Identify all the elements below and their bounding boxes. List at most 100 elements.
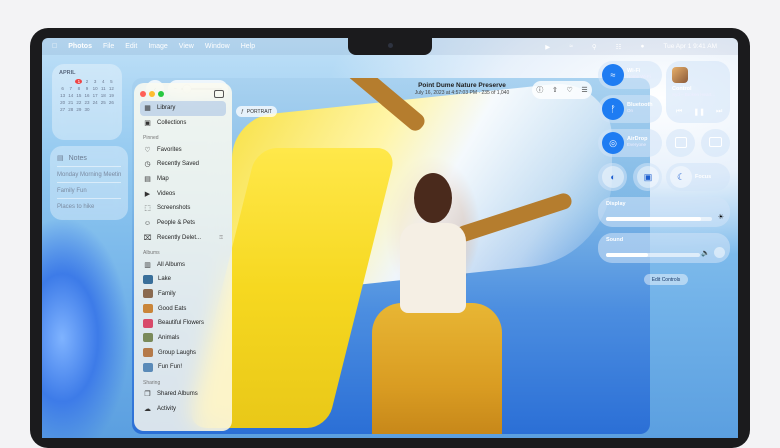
sidebar-item[interactable]: ⬚ Screenshots <box>140 201 226 216</box>
display-brightness-slider[interactable] <box>606 217 712 221</box>
desktop:  Photos File Edit Image View Window Hel… <box>42 38 738 438</box>
sound-volume-slider[interactable] <box>606 253 700 257</box>
sidebar-item-label: Videos <box>157 190 176 197</box>
sidebar-item[interactable]: Fun Fun! <box>140 360 226 375</box>
calendar-day: 9 <box>85 86 89 91</box>
sidebar-section-header: Sharing <box>143 379 161 386</box>
sidebar-item[interactable]: ❐ Shared Albums <box>140 387 226 402</box>
sidebar-section-header: Pinned <box>143 135 159 142</box>
menu-edit[interactable]: Edit <box>125 43 137 50</box>
photo-skirt <box>372 303 502 434</box>
photo-head <box>414 173 452 223</box>
cc-wifi-tile[interactable]: ≈ Wi-Fi Home Wi-Fi <box>598 61 662 89</box>
calendar-day: 10 <box>92 86 98 91</box>
sidebar-item-label: Group Laughs <box>158 349 197 356</box>
cc-focus-tile[interactable]: ☾ Focus <box>666 163 730 191</box>
calendar-day: 6 <box>61 86 64 91</box>
sidebar-item[interactable]: ▣ Collections <box>140 116 226 131</box>
calendar-day: 29 <box>76 107 82 112</box>
cc-dark-mode-tile[interactable]: ◐ <box>598 163 627 191</box>
media-icon[interactable]: ▶ <box>545 43 550 51</box>
favorite-icon[interactable]: ♡ <box>566 86 572 94</box>
previous-track-icon[interactable]: ⏮ <box>676 108 682 116</box>
sidebar-item[interactable]: ⌧ Recently Delet... ⚿ <box>140 231 226 246</box>
pause-icon[interactable]: ❚❚ <box>693 108 705 116</box>
menu-window[interactable]: Window <box>205 43 230 50</box>
sidebar-item[interactable]: ▦ Library <box>140 101 226 116</box>
viewer-toolbar-right: ⓘ ⇧ ♡ ☰ <box>532 81 592 99</box>
note-item[interactable]: Monday Morning Meeting <box>57 166 121 182</box>
sidebar-item-label: Fun Fun! <box>158 364 183 371</box>
search-icon[interactable]: ⚲ <box>592 43 597 51</box>
sidebar-item-label: Lake <box>158 276 172 283</box>
camera-notch <box>348 38 432 55</box>
calendar-widget[interactable]: APRIL 1 2 3 4 5 6 7 8 9 10 11 12 13 14 15 16 17 18 19 20 21 2… <box>52 64 122 140</box>
sidebar-item[interactable]: ♡ Favorites <box>140 142 226 157</box>
notes-icon: ▤ <box>57 155 64 162</box>
control-center-icon[interactable]: ☷ <box>616 43 622 51</box>
menubar-clock[interactable]: Tue Apr 1 9:41 AM <box>663 43 717 50</box>
portrait-badge[interactable]: ƒ PORTRAIT <box>236 106 277 117</box>
share-icon[interactable]: ⇧ <box>552 86 558 94</box>
album-thumbnail <box>143 348 153 358</box>
cc-airdrop-tile[interactable]: ◎ AirDrop Everyone <box>598 129 662 157</box>
cc-screen-mirroring-tile[interactable] <box>701 129 730 157</box>
notes-widget[interactable]: ▤ Notes Monday Morning Meeting Family Fun… <box>50 146 128 220</box>
cc-now-playing-tile[interactable]: Control Syd – Broken Heart... ⏮ ❚❚ ⏭ <box>666 61 730 123</box>
minimize-button[interactable] <box>149 91 155 97</box>
menu-view[interactable]: View <box>179 43 194 50</box>
collections-icon: ▣ <box>144 120 151 128</box>
sidebar-item[interactable]: ☁ Activity <box>140 401 226 416</box>
wifi-status-icon[interactable]: ≈ <box>569 43 573 50</box>
airplay-audio-icon[interactable] <box>714 247 725 258</box>
sidebar-item[interactable]: Group Laughs <box>140 345 226 360</box>
airdrop-icon: ◎ <box>602 132 624 154</box>
sidebar-item[interactable]: ▥ All Albums <box>140 257 226 272</box>
sidebar-item[interactable]: Good Eats <box>140 301 226 316</box>
cc-screen-record-tile[interactable]: ▣ <box>633 163 662 191</box>
calendar-day <box>100 107 107 112</box>
speaker-icon: 🔈 <box>701 250 710 257</box>
info-icon[interactable]: ⓘ <box>536 85 543 95</box>
menu-app-name[interactable]: Photos <box>68 43 92 50</box>
calendar-day <box>67 79 74 84</box>
next-track-icon[interactable]: ⏭ <box>716 108 722 116</box>
menu-image[interactable]: Image <box>148 43 167 50</box>
siri-icon[interactable]: ● <box>640 43 644 50</box>
sidebar-item[interactable]: Beautiful Flowers <box>140 316 226 331</box>
sidebar-item-label: Favorites <box>157 146 182 153</box>
edit-icon[interactable]: ☰ <box>581 86 587 94</box>
cc-bluetooth-tile[interactable]: ᚡ Bluetooth On <box>598 95 662 123</box>
sidebar-item[interactable]: Animals <box>140 331 226 346</box>
zoom-button[interactable] <box>158 91 164 97</box>
sidebar-item[interactable]: Family <box>140 287 226 302</box>
cc-stage-manager-tile[interactable] <box>666 129 695 157</box>
calendar-day: 30 <box>84 107 90 112</box>
apple-icon[interactable]:  <box>52 43 57 50</box>
sidebar-item[interactable]: ▤ Map <box>140 172 226 187</box>
sound-level <box>606 253 649 257</box>
calendar-day: 20 <box>60 100 66 105</box>
sidebar-item[interactable]: Lake <box>140 272 226 287</box>
album-thumbnail <box>143 304 153 314</box>
sidebar-item[interactable]: ☺ People & Pets <box>140 216 226 231</box>
people-icon: ☺ <box>143 219 152 227</box>
close-button[interactable] <box>140 91 146 97</box>
sidebar-item[interactable]: ◷ Recently Saved <box>140 157 226 172</box>
screen-record-icon: ▣ <box>637 166 659 188</box>
note-item[interactable]: Family Fun <box>57 182 121 198</box>
menu-file[interactable]: File <box>103 43 114 50</box>
sidebar-item[interactable]: ▶ Videos <box>140 186 226 201</box>
calendar-day: 4 <box>102 79 105 84</box>
screen-mirroring-icon <box>709 137 722 147</box>
sidebar-toggle-icon[interactable] <box>214 90 224 98</box>
focus-label: Focus <box>695 174 712 180</box>
note-item[interactable]: Places to hike <box>57 198 121 214</box>
window-controls <box>140 87 226 101</box>
menu-help[interactable]: Help <box>241 43 255 50</box>
album-thumbnail <box>143 274 153 284</box>
edit-controls-button[interactable]: Edit Controls <box>644 274 688 285</box>
calendar-day <box>59 79 66 84</box>
bluetooth-status: On <box>627 108 634 113</box>
calendar-day: 27 <box>60 107 66 112</box>
